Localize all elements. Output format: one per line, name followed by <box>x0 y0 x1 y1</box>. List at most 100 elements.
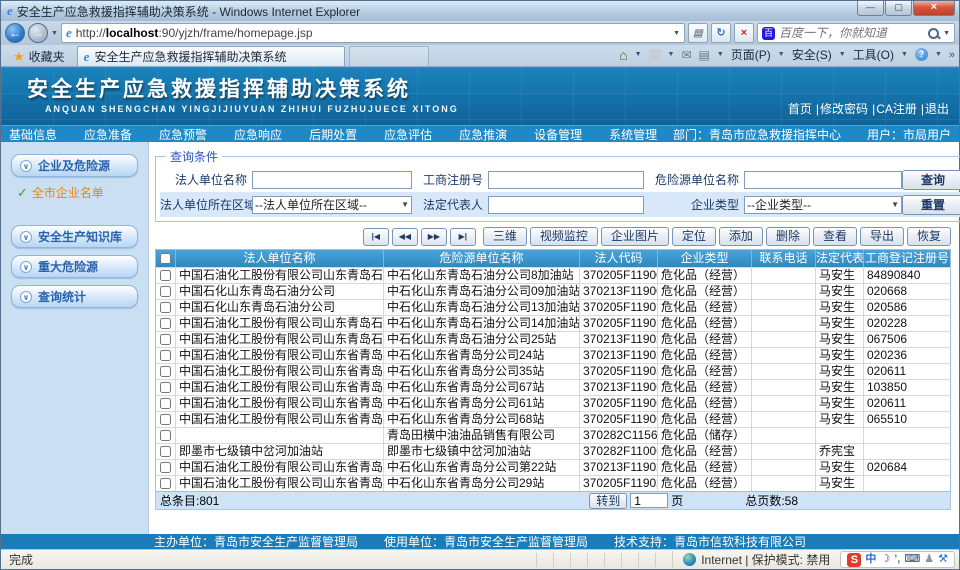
pager-button[interactable]: |◀ <box>363 228 389 246</box>
search-icon[interactable] <box>928 28 939 39</box>
ime-keyboard-icon[interactable]: ⌨ <box>904 552 920 567</box>
select-all-checkbox[interactable] <box>160 253 171 264</box>
row-checkbox[interactable] <box>160 334 171 345</box>
goto-page-button[interactable]: 转到 <box>589 493 627 509</box>
header-link[interactable]: CA注册 <box>868 100 917 117</box>
nav-item[interactable]: 设备管理 <box>534 126 582 143</box>
sidebar-item-city-enterprise-list[interactable]: ✓ 全市企业名单 <box>17 184 138 201</box>
history-dropdown-icon[interactable]: ▼ <box>51 30 58 37</box>
reset-button[interactable]: 重置 <box>902 195 960 215</box>
sidebar-group-enterprise-hazard[interactable]: ∨ 企业及危险源 <box>11 154 138 177</box>
title-bar[interactable]: e 安全生产应急救援指挥辅助决策系统 - Windows Internet Ex… <box>1 1 959 21</box>
toolbar-button[interactable]: 企业图片 <box>601 227 669 246</box>
row-checkbox[interactable] <box>160 350 171 361</box>
nav-item[interactable]: 基础信息 <box>9 126 57 143</box>
nav-item[interactable]: 应急预警 <box>159 126 207 143</box>
row-checkbox[interactable] <box>160 478 171 489</box>
pager-button[interactable]: ▶| <box>450 228 476 246</box>
table-row[interactable]: 青岛田横中油油品销售有限公司 370282C115602 危化品（储存） <box>156 427 950 443</box>
sidebar-group-knowledge-base[interactable]: ∨ 安全生产知识库 <box>11 225 138 248</box>
search-box[interactable]: 百 ▼ <box>757 23 955 43</box>
column-header[interactable]: 企业类型 <box>658 250 752 267</box>
row-checkbox[interactable] <box>160 286 171 297</box>
compatibility-view-button[interactable]: ▤ <box>688 23 708 43</box>
table-row[interactable]: 中国石油化工股份有限公司山东青岛石油分公司 中石化山东青岛石油分公司25站 37… <box>156 331 950 347</box>
column-header[interactable]: 法定代表人 <box>816 250 864 267</box>
feeds-icon[interactable] <box>649 49 661 61</box>
ime-punctuation-icon[interactable]: ’, <box>894 552 900 567</box>
ime-language-icon[interactable]: 中 <box>865 552 876 567</box>
nav-item[interactable]: 应急响应 <box>234 126 282 143</box>
row-checkbox[interactable] <box>160 382 171 393</box>
tools-dropdown-icon[interactable]: ▼ <box>901 51 908 58</box>
table-row[interactable]: 即墨市七级镇中岔河加油站 即墨市七级镇中岔河加油站 370282F110063 … <box>156 443 950 459</box>
company-type-select[interactable]: --企业类型--▼ <box>744 196 902 214</box>
column-header[interactable]: 工商登记注册号 <box>864 250 950 267</box>
table-row[interactable]: 中国石油化工股份有限公司山东省青岛分公司 中石化山东省青岛分公司24站 3702… <box>156 347 950 363</box>
forward-button[interactable]: → <box>28 23 48 43</box>
search-dropdown-icon[interactable]: ▼ <box>943 30 950 37</box>
page-dropdown-icon[interactable]: ▼ <box>778 51 785 58</box>
back-button[interactable]: ← <box>5 23 25 43</box>
search-input[interactable] <box>779 26 924 40</box>
row-checkbox[interactable] <box>160 318 171 329</box>
row-checkbox[interactable] <box>160 446 171 457</box>
stop-button[interactable]: × <box>734 23 754 43</box>
toolbar-button[interactable]: 三维 <box>483 227 527 246</box>
table-row[interactable]: 中国石油化工股份有限公司山东省青岛分公司 中石化山东省青岛分公司61站 3702… <box>156 395 950 411</box>
search-button[interactable]: 查询 <box>902 170 960 190</box>
hazard-name-input[interactable] <box>744 171 902 189</box>
feeds-dropdown-icon[interactable]: ▼ <box>668 51 675 58</box>
table-row[interactable]: 中国石油化工股份有限公司山东省青岛分公司 中石化山东省青岛分公司35站 3702… <box>156 363 950 379</box>
representative-input[interactable] <box>488 196 644 214</box>
column-header[interactable]: 法人代码 <box>580 250 658 267</box>
new-tab-button[interactable] <box>349 46 429 66</box>
print-icon[interactable]: ▤ <box>699 48 710 62</box>
toolbar-button[interactable]: 导出 <box>860 227 904 246</box>
legal-name-input[interactable] <box>252 171 412 189</box>
toolbar-button[interactable]: 查看 <box>813 227 857 246</box>
header-link[interactable]: 首页 <box>788 100 812 117</box>
sogou-icon[interactable]: S <box>847 553 861 567</box>
ime-user-icon[interactable]: ♟ <box>924 552 934 567</box>
column-header[interactable]: 危险源单位名称 <box>384 250 580 267</box>
active-tab[interactable]: e 安全生产应急救援指挥辅助决策系统 <box>77 46 345 66</box>
table-row[interactable]: 中国石化山东青岛石油分公司 中石化山东青岛石油分公司09加油站 370213F1… <box>156 283 950 299</box>
nav-item[interactable]: 后期处置 <box>309 126 357 143</box>
row-checkbox[interactable] <box>160 414 171 425</box>
region-select[interactable]: --法人单位所在区域--▼ <box>252 196 412 214</box>
row-checkbox[interactable] <box>160 270 171 281</box>
table-row[interactable]: 中国石油化工股份有限公司山东青岛石油分公司 中石化山东青岛石油分公司14加油站 … <box>156 315 950 331</box>
nav-item[interactable]: 应急推演 <box>459 126 507 143</box>
home-dropdown-icon[interactable]: ▼ <box>635 51 642 58</box>
url-field[interactable]: e http://localhost:90/yjzh/frame/homepag… <box>61 23 685 43</box>
toolbar-button[interactable]: 恢复 <box>907 227 951 246</box>
sidebar-group-major-hazard[interactable]: ∨ 重大危险源 <box>11 255 138 278</box>
maximize-button[interactable]: ▢ <box>885 1 912 16</box>
home-icon[interactable]: ⌂ <box>619 47 627 63</box>
menu-tools[interactable]: 工具(O) <box>853 46 894 63</box>
favorites-button[interactable]: ★ 收藏夹 <box>5 47 73 66</box>
help-icon[interactable]: ? <box>915 48 928 61</box>
row-checkbox[interactable] <box>160 398 171 409</box>
header-link[interactable]: 修改密码 <box>812 100 868 117</box>
row-checkbox[interactable] <box>160 302 171 313</box>
table-row[interactable]: 中国石化山东青岛石油分公司 中石化山东青岛石油分公司13加油站 370205F1… <box>156 299 950 315</box>
row-checkbox[interactable] <box>160 366 171 377</box>
page-number-input[interactable] <box>630 493 668 508</box>
toolbar-button[interactable]: 添加 <box>719 227 763 246</box>
sidebar-group-query-stats[interactable]: ∨ 查询统计 <box>11 285 138 308</box>
table-row[interactable]: 中国石油化工股份有限公司山东省青岛分公司 中石化山东省青岛分公司67站 3702… <box>156 379 950 395</box>
help-dropdown-icon[interactable]: ▼ <box>935 51 942 58</box>
column-header[interactable]: 法人单位名称 <box>176 250 384 267</box>
table-row[interactable]: 中国石油化工股份有限公司山东青岛石油分公司 中石化山东青岛石油分公司8加油站 3… <box>156 267 950 283</box>
close-button[interactable]: × <box>913 1 955 16</box>
toolbar-button[interactable]: 定位 <box>672 227 716 246</box>
overflow-chevron-icon[interactable]: » <box>949 49 955 61</box>
ime-fullhalf-icon[interactable]: ☽ <box>880 552 890 567</box>
pager-button[interactable]: ▶▶ <box>421 228 447 246</box>
print-dropdown-icon[interactable]: ▼ <box>717 51 724 58</box>
nav-item[interactable]: 应急评估 <box>384 126 432 143</box>
safety-dropdown-icon[interactable]: ▼ <box>839 51 846 58</box>
menu-page[interactable]: 页面(P) <box>731 46 771 63</box>
